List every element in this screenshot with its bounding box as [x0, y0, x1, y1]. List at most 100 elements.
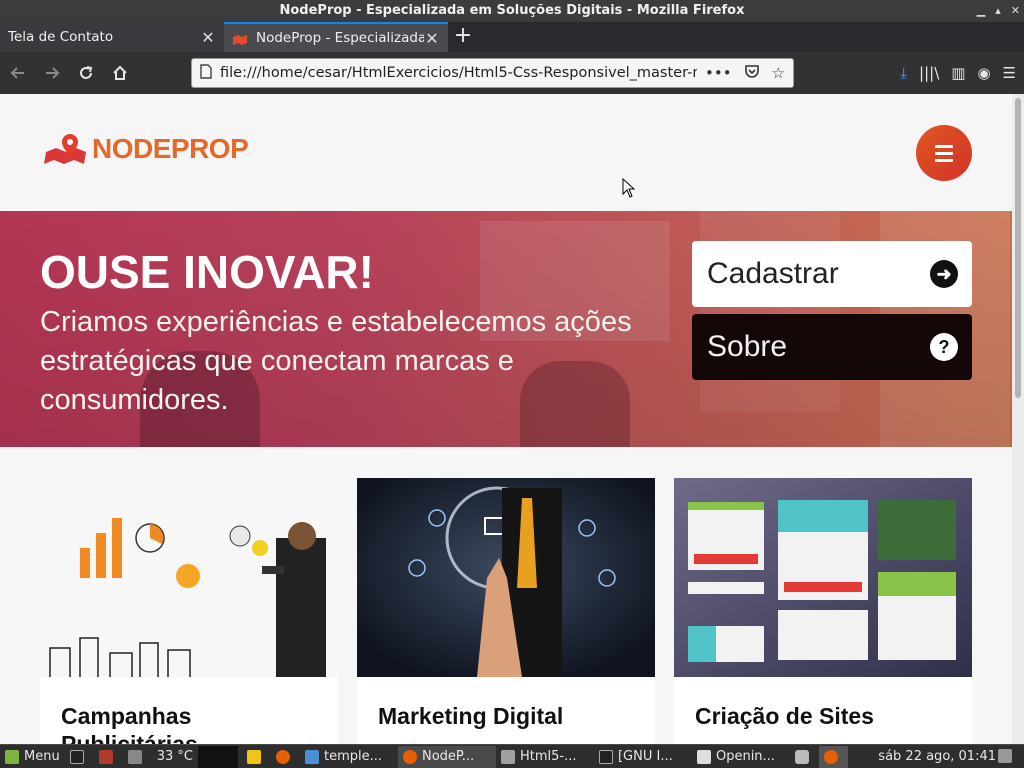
site-header: NODEPROP: [0, 94, 1012, 211]
terminal-icon: [69, 749, 84, 764]
menu-bar-icon: [935, 151, 953, 155]
card-image-digital-touch: [357, 478, 655, 677]
taskbar-window-gnu[interactable]: [GNU I...: [594, 746, 692, 768]
card-campanhas[interactable]: Campanhas Publicitárias: [40, 478, 338, 746]
system-taskbar: Menu 33 °C temple... NodeP... Html5-... …: [0, 744, 1024, 768]
document-icon: [696, 749, 711, 764]
notes-launcher[interactable]: [242, 746, 271, 768]
toolbar-right: ⤓ |||\ ▥ ◉ ☰: [900, 52, 1016, 94]
firefox-tray-icon[interactable]: [818, 745, 848, 768]
maximize-icon[interactable]: ▴: [995, 0, 1001, 22]
card-title: Marketing Digital: [378, 703, 564, 729]
site-menu-button[interactable]: [916, 125, 972, 181]
cadastrar-label: Cadastrar: [707, 257, 839, 290]
scrollbar-thumb[interactable]: [1015, 98, 1021, 398]
cadastrar-button[interactable]: Cadastrar ➜: [692, 241, 972, 307]
hero-title: OUSE INOVAR!: [40, 246, 374, 298]
bookmark-star-icon[interactable]: ☆: [772, 64, 785, 83]
system-monitor: [197, 745, 238, 768]
taskbar-window-label: [GNU I...: [617, 749, 673, 764]
card-title: Campanhas Publicitárias: [61, 703, 198, 746]
mint-logo-icon: [5, 749, 19, 764]
files-launcher[interactable]: [123, 746, 152, 768]
new-tab-button[interactable]: +: [448, 22, 478, 52]
library-icon[interactable]: |||\: [919, 64, 939, 82]
firefox-icon: [275, 749, 290, 764]
firefox-icon: [402, 749, 417, 764]
text-editor-icon: [304, 749, 319, 764]
account-icon[interactable]: ◉: [977, 64, 990, 82]
sobre-button[interactable]: Sobre ?: [692, 314, 972, 380]
crt-icon: [98, 749, 113, 764]
mouse-cursor-icon: [622, 178, 636, 198]
terminal-launcher[interactable]: [65, 746, 94, 768]
page-actions-icon[interactable]: •••: [705, 64, 732, 83]
taskbar-clock[interactable]: sáb 22 ago, 01:41: [878, 745, 996, 768]
arrow-left-icon: [10, 67, 24, 79]
firefox-launcher[interactable]: [271, 746, 300, 768]
window-title: NodeProp - Especializada em Soluções Dig…: [279, 3, 745, 18]
tab-bar: Tela de Contato ✕ NodeProp - Especializa…: [0, 22, 1024, 52]
hero-subtitle: Criamos experiências e estabelecemos açõ…: [40, 306, 632, 416]
temperature-label: 33 °C: [156, 749, 193, 764]
url-bar[interactable]: file:///home/cesar/HtmlExercicios/Html5-…: [191, 58, 794, 88]
home-button[interactable]: [104, 57, 136, 89]
desktop-icon: [127, 749, 142, 764]
taskbar-window-label: Html5-...: [519, 749, 577, 764]
taskbar-window-template[interactable]: temple...: [300, 746, 398, 768]
volume-icon[interactable]: [790, 746, 819, 768]
arrow-right-icon: [46, 67, 60, 79]
home-icon: [113, 65, 127, 80]
navigation-toolbar: file:///home/cesar/HtmlExercicios/Html5-…: [0, 52, 1024, 94]
terminal-icon: [598, 749, 613, 764]
tab-nodeprop[interactable]: NodeProp - Especializada ✕: [224, 22, 448, 52]
page-viewport: NODEPROP OUSE INOVAR! Criamos experiênci…: [0, 94, 1012, 746]
forward-button[interactable]: [36, 57, 68, 89]
card-title: Criação de Sites: [695, 703, 874, 729]
taskbar-window-label: NodeP...: [421, 749, 475, 764]
taskbar-window-html5[interactable]: Html5-...: [496, 746, 594, 768]
tab-label: NodeProp - Especializada: [256, 30, 424, 46]
close-tab-icon[interactable]: ✕: [424, 29, 440, 48]
window-controls: ▁ ▴ ✕: [977, 0, 1020, 22]
taskbar-window-opening[interactable]: Openin...: [692, 746, 790, 768]
tab-contact[interactable]: Tela de Contato ✕: [0, 22, 224, 52]
nodeprop-favicon-icon: [232, 31, 248, 45]
question-circle-icon: ?: [930, 333, 958, 361]
crt-launcher[interactable]: [94, 746, 123, 768]
menu-bar-icon: [935, 144, 953, 148]
download-icon[interactable]: ⤓: [900, 64, 907, 82]
sidebar-icon[interactable]: ▥: [951, 64, 965, 82]
reload-icon: [80, 66, 93, 79]
notes-icon: [246, 749, 261, 764]
page-scrollbar[interactable]: [1012, 94, 1024, 746]
start-menu-label: Menu: [24, 749, 60, 764]
nodeprop-logo[interactable]: NODEPROP: [44, 132, 249, 166]
window-title-bar: NodeProp - Especializada em Soluções Dig…: [0, 0, 1024, 22]
back-button[interactable]: [2, 57, 34, 89]
hamburger-menu-icon[interactable]: ☰: [1003, 64, 1016, 82]
close-tab-icon[interactable]: ✕: [200, 28, 216, 47]
card-image-business-sketch: [40, 478, 338, 677]
taskbar-window-label: temple...: [323, 749, 382, 764]
minimize-icon[interactable]: ▁: [977, 0, 985, 22]
menu-bar-icon: [935, 158, 953, 162]
close-window-icon[interactable]: ✕: [1011, 0, 1020, 22]
taskbar-window-label: Openin...: [715, 749, 775, 764]
reload-button[interactable]: [70, 57, 102, 89]
taskbar-window-nodeprop[interactable]: NodeP...: [397, 745, 496, 768]
arrow-right-circle-icon: ➜: [930, 260, 958, 288]
sobre-label: Sobre: [707, 330, 788, 363]
pocket-icon[interactable]: [744, 64, 760, 83]
show-desktop-icon[interactable]: [993, 745, 1022, 767]
url-text[interactable]: file:///home/cesar/HtmlExercicios/Html5-…: [220, 65, 697, 81]
map-pin-logo-icon: [44, 134, 86, 164]
start-menu-button[interactable]: Menu: [0, 746, 65, 768]
card-image-ui-widgets: [674, 478, 972, 677]
hero-banner: OUSE INOVAR! Criamos experiências e esta…: [0, 211, 1012, 447]
card-criacao-sites[interactable]: Criação de Sites: [674, 478, 972, 746]
logo-text: NODEPROP: [92, 133, 249, 164]
tab-label: Tela de Contato: [8, 29, 114, 45]
weather-widget[interactable]: 33 °C: [152, 746, 198, 768]
card-marketing[interactable]: Marketing Digital: [357, 478, 655, 746]
